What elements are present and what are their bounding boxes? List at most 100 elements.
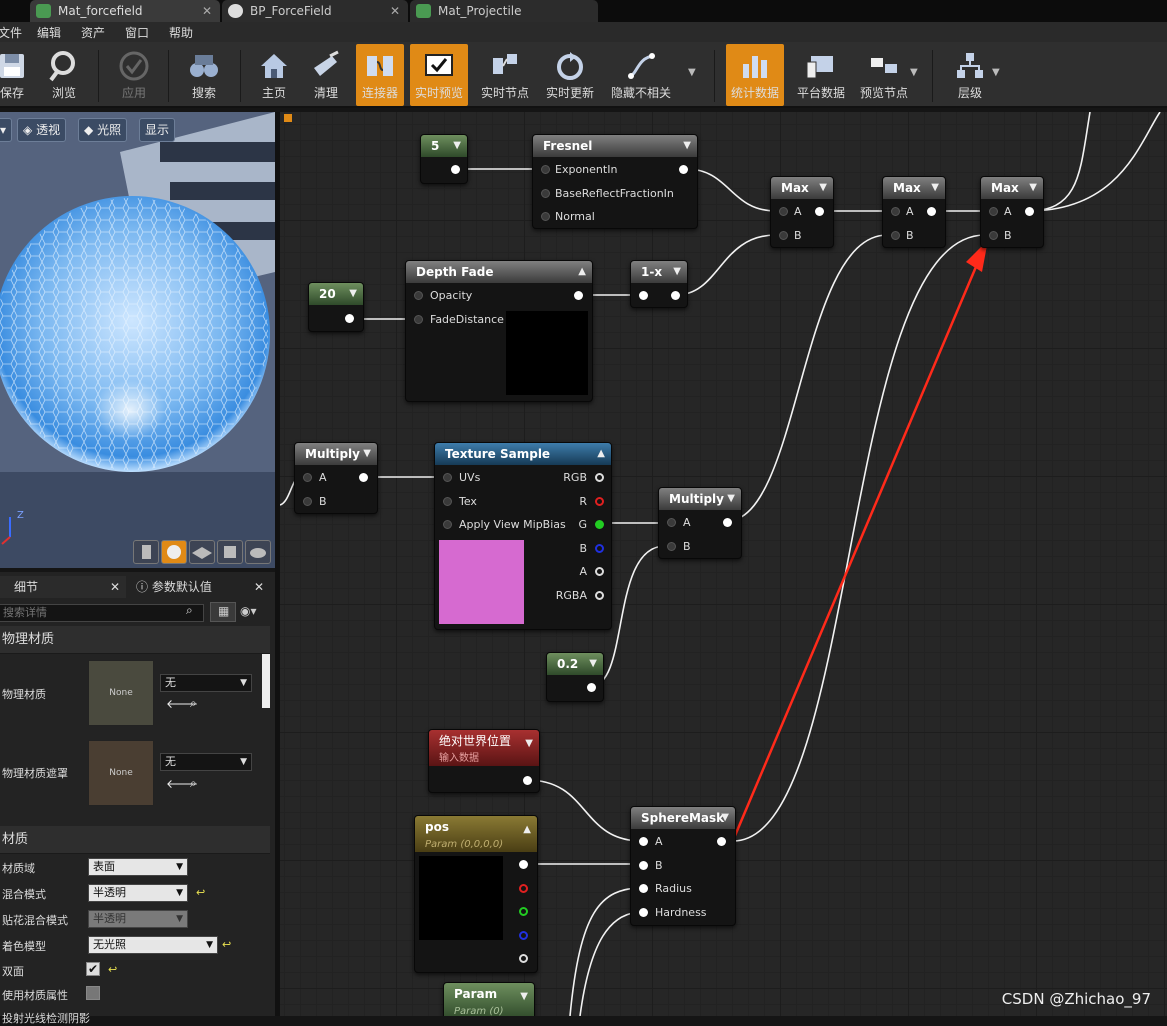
node-constant-20[interactable]: 20 ▼ — [308, 282, 364, 332]
input-pin[interactable] — [414, 291, 423, 300]
output-pin[interactable] — [1025, 207, 1034, 216]
reset-arrow-icon[interactable]: ↩ — [108, 963, 117, 976]
input-pin[interactable] — [639, 291, 648, 300]
input-pin[interactable] — [303, 497, 312, 506]
output-pin[interactable] — [587, 683, 596, 692]
preview-teapot-button[interactable] — [245, 540, 271, 564]
output-pin[interactable] — [519, 860, 528, 869]
input-pin[interactable] — [639, 861, 648, 870]
node-constant-5[interactable]: 5 ▼ — [420, 134, 468, 184]
section-material[interactable]: 材质 — [0, 826, 270, 854]
save-button[interactable]: 保存 — [0, 44, 30, 106]
input-pin[interactable] — [541, 165, 550, 174]
node-max-3[interactable]: Max ▼ A B — [980, 176, 1044, 248]
node-max-2[interactable]: Max ▼ A B — [882, 176, 946, 248]
input-pin[interactable] — [414, 315, 423, 324]
perspective-button[interactable]: ◈ 透视 — [17, 118, 67, 142]
collapse-icon[interactable]: ▼ — [589, 653, 597, 675]
browse-button[interactable]: 浏览 — [44, 44, 84, 106]
section-physical-material[interactable]: 物理材质 — [0, 626, 270, 654]
input-pin[interactable] — [989, 207, 998, 216]
tab-param-defaults[interactable]: ⓘ 参数默认值 ✕ — [132, 576, 270, 598]
apply-button[interactable]: 应用 — [112, 44, 156, 106]
input-pin[interactable] — [541, 189, 550, 198]
output-pin-g[interactable] — [519, 907, 528, 916]
use-material-attributes-checkbox[interactable] — [86, 986, 100, 1000]
viewport-menu-button[interactable]: ▾ — [0, 118, 12, 142]
node-max-1[interactable]: Max ▼ A B — [770, 176, 834, 248]
lit-button[interactable]: ◆ 光照 — [78, 118, 128, 142]
output-pin[interactable] — [359, 473, 368, 482]
output-pin[interactable] — [451, 165, 460, 174]
output-pin-a[interactable] — [519, 954, 528, 963]
platform-stats-button[interactable]: 平台数据 — [792, 44, 850, 106]
preview-cylinder-button[interactable] — [133, 540, 159, 564]
preview-cube-button[interactable] — [217, 540, 243, 564]
phys-material-thumbnail[interactable]: None — [88, 660, 154, 726]
close-icon[interactable]: ✕ — [390, 0, 400, 22]
material-graph[interactable]: 5 ▼ Fresnel ▼ ExponentIn BaseReflectFracti… — [280, 112, 1167, 1016]
menu-window[interactable]: 窗口 — [125, 24, 149, 41]
output-pin[interactable] — [671, 291, 680, 300]
hide-unrelated-button[interactable]: 隐藏不相关 — [606, 44, 676, 106]
node-constant-0.2[interactable]: 0.2 ▼ — [546, 652, 604, 702]
close-icon[interactable]: ✕ — [254, 576, 264, 598]
live-nodes-button[interactable]: 实时节点 — [476, 44, 534, 106]
preview-node-button[interactable]: 预览节点 — [856, 44, 912, 106]
tab-bp-forcefield[interactable]: BP_ForceField ✕ — [222, 0, 408, 22]
output-pin[interactable] — [523, 776, 532, 785]
reset-arrow-icon[interactable]: ↩ — [222, 938, 231, 951]
collapse-icon[interactable]: ▼ — [931, 177, 939, 199]
collapse-icon[interactable]: ▼ — [520, 989, 528, 1005]
collapse-icon[interactable]: ▲ — [597, 443, 605, 465]
shading-model-combo[interactable]: 无光照 ▼ — [88, 936, 218, 954]
collapse-icon[interactable]: ▼ — [721, 807, 729, 829]
input-pin[interactable] — [891, 231, 900, 240]
collapse-icon[interactable]: ▼ — [819, 177, 827, 199]
home-button[interactable]: 主页 — [252, 44, 296, 106]
live-update-button[interactable]: 实时更新 — [540, 44, 600, 106]
menu-file[interactable]: 文件 — [0, 24, 22, 41]
hierarchy-button[interactable]: 层级 — [946, 44, 994, 106]
input-pin[interactable] — [891, 207, 900, 216]
blend-mode-combo[interactable]: 半透明 ▼ — [88, 884, 188, 902]
node-depth-fade[interactable]: Depth Fade ▲ Opacity FadeDistance — [405, 260, 593, 402]
output-pin[interactable] — [595, 473, 604, 482]
collapse-icon[interactable]: ▼ — [363, 443, 371, 465]
node-fresnel[interactable]: Fresnel ▼ ExponentIn BaseReflectFractionI… — [532, 134, 698, 229]
node-texture-sample[interactable]: Texture Sample ▲ UVs Tex Apply View MipBi… — [434, 442, 612, 630]
output-pin[interactable] — [815, 207, 824, 216]
node-multiply-2[interactable]: Multiply ▼ A B — [658, 487, 742, 559]
collapse-icon[interactable]: ▼ — [453, 135, 461, 157]
collapse-icon[interactable]: ▲ — [578, 261, 586, 283]
phys-material-combo[interactable]: 无 ▼ — [160, 674, 252, 692]
input-pin[interactable] — [443, 497, 452, 506]
collapse-icon[interactable]: ▲ — [523, 822, 531, 838]
node-absolute-world-position[interactable]: 绝对世界位置 输入数据 ▼ — [428, 729, 540, 793]
preview-viewport[interactable]: ▾ ◈ 透视 ◆ 光照 显示 Z — [0, 112, 275, 568]
input-pin[interactable] — [989, 231, 998, 240]
output-pin[interactable] — [345, 314, 354, 323]
output-pin-b[interactable] — [595, 544, 604, 553]
output-pin-b[interactable] — [519, 931, 528, 940]
search-details-input[interactable] — [0, 604, 204, 622]
input-pin[interactable] — [639, 884, 648, 893]
stats-button[interactable]: 统计数据 — [726, 44, 784, 106]
input-pin[interactable] — [639, 837, 648, 846]
output-pin-r[interactable] — [519, 884, 528, 893]
live-preview-button[interactable]: 实时预览 — [410, 44, 468, 106]
chevron-down-icon[interactable]: ▼ — [910, 67, 918, 78]
input-pin[interactable] — [779, 231, 788, 240]
browse-search-icon[interactable]: ⌕ — [190, 696, 197, 711]
browse-search-icon[interactable]: ⌕ — [190, 776, 197, 791]
collapse-icon[interactable]: ▼ — [349, 283, 357, 305]
node-sphere-mask[interactable]: SphereMask ▼ A B Radius Hardness — [630, 806, 736, 926]
menu-help[interactable]: 帮助 — [169, 24, 193, 41]
output-pin[interactable] — [927, 207, 936, 216]
show-button[interactable]: 显示 — [139, 118, 176, 142]
phys-mask-combo[interactable]: 无 ▼ — [160, 753, 252, 771]
output-pin-g[interactable] — [595, 520, 604, 529]
output-pin[interactable] — [717, 837, 726, 846]
collapse-icon[interactable]: ▼ — [1029, 177, 1037, 199]
material-domain-combo[interactable]: 表面 ▼ — [88, 858, 188, 876]
